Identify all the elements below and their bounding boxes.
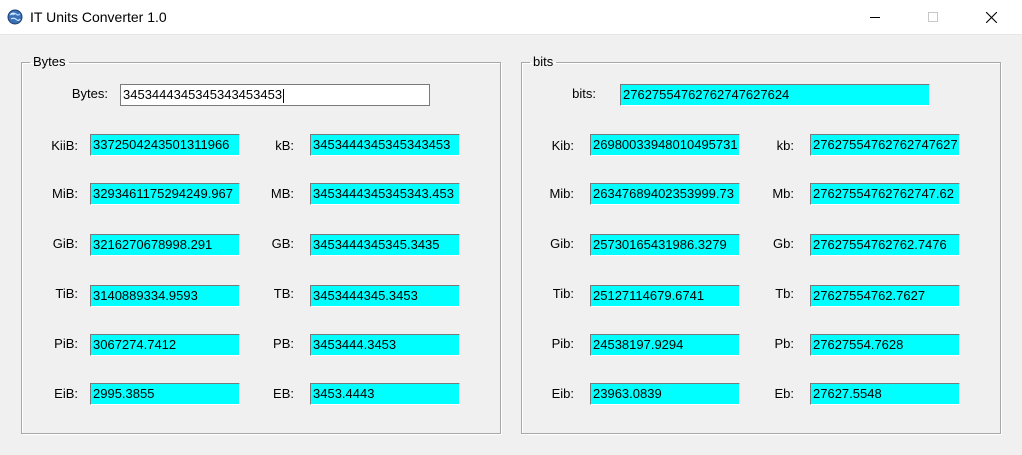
gibit-label: Gib: (550, 236, 574, 251)
ebit-label: Eb: (774, 386, 794, 401)
tbit-field[interactable]: 27627554762.7627 (810, 285, 960, 307)
eibit-label: Eib: (551, 386, 574, 401)
kbit-field[interactable]: 27627554762762747627 (810, 134, 960, 156)
eibit-field[interactable]: 23963.0839 (590, 383, 740, 405)
maximize-icon (928, 12, 938, 22)
gib-field[interactable]: 3216270678998.291 (90, 234, 240, 256)
pibit-label: Pib: (551, 336, 574, 351)
eb-field[interactable]: 3453.4443 (310, 383, 460, 405)
globe-icon (7, 9, 23, 25)
tb-label: TB: (273, 286, 294, 301)
kb-field[interactable]: 3453444345345343453 (310, 134, 460, 156)
mb-field[interactable]: 3453444345345343.453 (310, 183, 460, 205)
bits-input[interactable]: 27627554762762747627624 (620, 84, 930, 106)
mibit-label: Mib: (549, 186, 574, 201)
eib-label: EiB: (54, 386, 78, 401)
mibit-field[interactable]: 26347689402353999.73 (590, 183, 740, 205)
bits-group-legend: bits (533, 54, 554, 69)
tibit-field[interactable]: 25127114679.6741 (590, 285, 740, 307)
pbit-field[interactable]: 27627554.7628 (810, 334, 960, 356)
tibit-label: Tib: (552, 286, 574, 301)
kb-label: kB: (275, 138, 294, 153)
pib-field[interactable]: 3067274.7412 (90, 334, 240, 356)
kbit-label: kb: (776, 138, 794, 153)
app-window: IT Units Converter 1.0 Bytes Bytes: 3453… (0, 0, 1022, 455)
bytes-group-legend: Bytes (33, 54, 66, 69)
pib-label: PiB: (54, 336, 78, 351)
minimize-button[interactable] (852, 0, 898, 34)
eib-field[interactable]: 2995.3855 (90, 383, 240, 405)
gb-field[interactable]: 3453444345345.3435 (310, 234, 460, 256)
pibit-field[interactable]: 24538197.9294 (590, 334, 740, 356)
mib-label: MiB: (52, 186, 78, 201)
close-button[interactable] (968, 0, 1014, 34)
ebit-field[interactable]: 27627.5548 (810, 383, 960, 405)
close-icon (986, 12, 997, 23)
tbit-label: Tb: (775, 286, 794, 301)
gbit-label: Gb: (773, 236, 794, 251)
tib-label: TiB: (55, 286, 78, 301)
title-bar[interactable]: IT Units Converter 1.0 (0, 0, 1022, 35)
tib-field[interactable]: 3140889334.9593 (90, 285, 240, 307)
kib-label: KiiB: (51, 138, 78, 153)
kib-field[interactable]: 3372504243501311966 (90, 134, 240, 156)
gbit-field[interactable]: 27627554762762.7476 (810, 234, 960, 256)
window-title: IT Units Converter 1.0 (30, 9, 167, 25)
bits-input-label: bits: (572, 86, 596, 101)
mb-label: MB: (270, 186, 294, 201)
kibit-field[interactable]: 26980033948010495731 (590, 134, 740, 156)
pb-label: PB: (273, 336, 294, 351)
maximize-button[interactable] (910, 0, 956, 34)
mib-field[interactable]: 3293461175294249.967 (90, 183, 240, 205)
gibit-field[interactable]: 25730165431986.3279 (590, 234, 740, 256)
eb-label: EB: (273, 386, 294, 401)
pb-field[interactable]: 3453444.3453 (310, 334, 460, 356)
gib-label: GiB: (52, 236, 78, 251)
bytes-input[interactable]: 3453444345345343453453 (120, 84, 430, 106)
mbit-field[interactable]: 27627554762762747.62 (810, 183, 960, 205)
mbit-label: Mb: (772, 186, 794, 201)
tb-field[interactable]: 3453444345.3453 (310, 285, 460, 307)
minimize-icon (870, 17, 880, 18)
gb-label: GB: (271, 236, 294, 251)
pbit-label: Pb: (774, 336, 794, 351)
kibit-label: Kib: (551, 138, 574, 153)
bytes-input-label: Bytes: (71, 86, 108, 101)
